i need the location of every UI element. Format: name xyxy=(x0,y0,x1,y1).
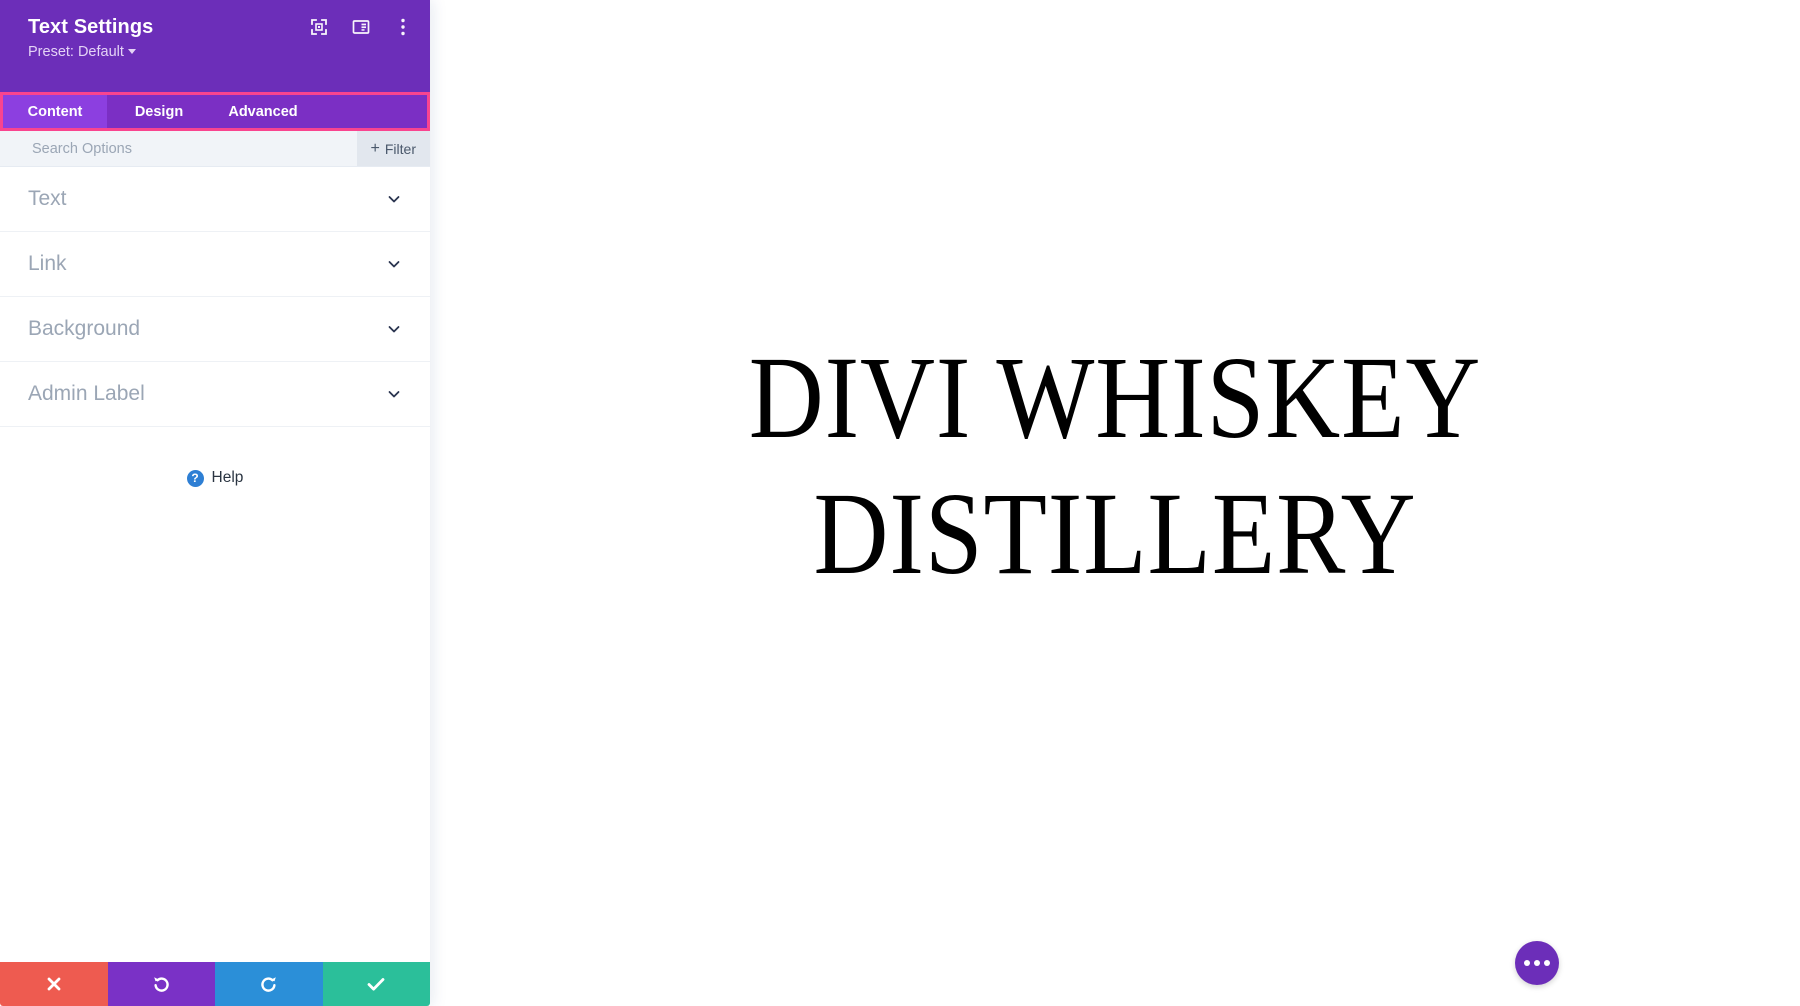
section-admin-label-label: Admin Label xyxy=(28,382,145,405)
preset-label: Preset: Default xyxy=(28,44,124,60)
tab-content-label: Content xyxy=(27,103,83,120)
filter-button[interactable]: + Filter xyxy=(356,131,430,166)
chevron-down-icon xyxy=(388,261,400,268)
tab-advanced[interactable]: Advanced xyxy=(211,95,315,128)
page-canvas: DIVI WHISKEY DISTILLERY xyxy=(430,0,1800,1006)
plus-icon: + xyxy=(370,139,380,157)
section-link-label: Link xyxy=(28,252,67,275)
tab-content[interactable]: Content xyxy=(3,95,107,128)
undo-icon xyxy=(154,977,170,992)
section-admin-label[interactable]: Admin Label xyxy=(0,362,430,427)
canvas-heading-text: DIVI WHISKEY DISTILLERY xyxy=(748,332,1482,599)
tab-advanced-label: Advanced xyxy=(228,103,298,120)
divi-builder-screen: DIVI WHISKEY DISTILLERY Text Settings Pr… xyxy=(0,0,1800,1006)
settings-tabs: Content Design Advanced xyxy=(3,95,427,128)
search-row: + Filter xyxy=(0,131,430,167)
check-icon xyxy=(367,978,385,991)
focus-target-icon[interactable] xyxy=(308,16,330,38)
settings-tabbar-highlight: Content Design Advanced xyxy=(0,92,430,131)
section-background[interactable]: Background xyxy=(0,297,430,362)
tab-design-label: Design xyxy=(134,103,184,120)
chevron-down-icon xyxy=(388,326,400,333)
chevron-down-icon xyxy=(388,196,400,203)
undo-button[interactable] xyxy=(107,962,215,1006)
redo-button[interactable] xyxy=(215,962,323,1006)
panel-footer-actions xyxy=(0,962,430,1006)
dot-2 xyxy=(1534,960,1540,966)
question-mark-icon: ? xyxy=(186,469,204,487)
panel-header: Text Settings Preset: Default xyxy=(0,0,430,92)
section-background-label: Background xyxy=(28,317,141,340)
section-text[interactable]: Text xyxy=(0,167,430,232)
dot-1 xyxy=(1524,960,1530,966)
section-link[interactable]: Link xyxy=(0,232,430,297)
dot-3 xyxy=(1544,960,1550,966)
module-settings-panel: Text Settings Preset: Default Content De… xyxy=(0,0,430,1006)
close-icon xyxy=(47,977,61,991)
filter-button-label: Filter xyxy=(384,140,416,157)
settings-sections: Text Link Background Admin Label ? Help xyxy=(0,167,430,962)
search-input[interactable] xyxy=(0,131,357,166)
chevron-down-icon xyxy=(388,391,400,398)
save-button[interactable] xyxy=(322,962,430,1006)
layout-panel-icon[interactable] xyxy=(350,16,372,38)
help-label: Help xyxy=(211,469,244,486)
chevron-down-icon xyxy=(127,49,136,54)
tab-design[interactable]: Design xyxy=(107,95,211,128)
cancel-button[interactable] xyxy=(0,962,108,1006)
redo-icon xyxy=(260,977,276,992)
preset-selector[interactable]: Preset: Default xyxy=(28,40,412,61)
help-button[interactable]: ? Help xyxy=(0,427,430,487)
more-vertical-icon[interactable] xyxy=(392,16,414,38)
panel-header-icons xyxy=(308,16,414,38)
section-text-label: Text xyxy=(28,187,67,210)
floating-more-button[interactable] xyxy=(1515,941,1559,985)
